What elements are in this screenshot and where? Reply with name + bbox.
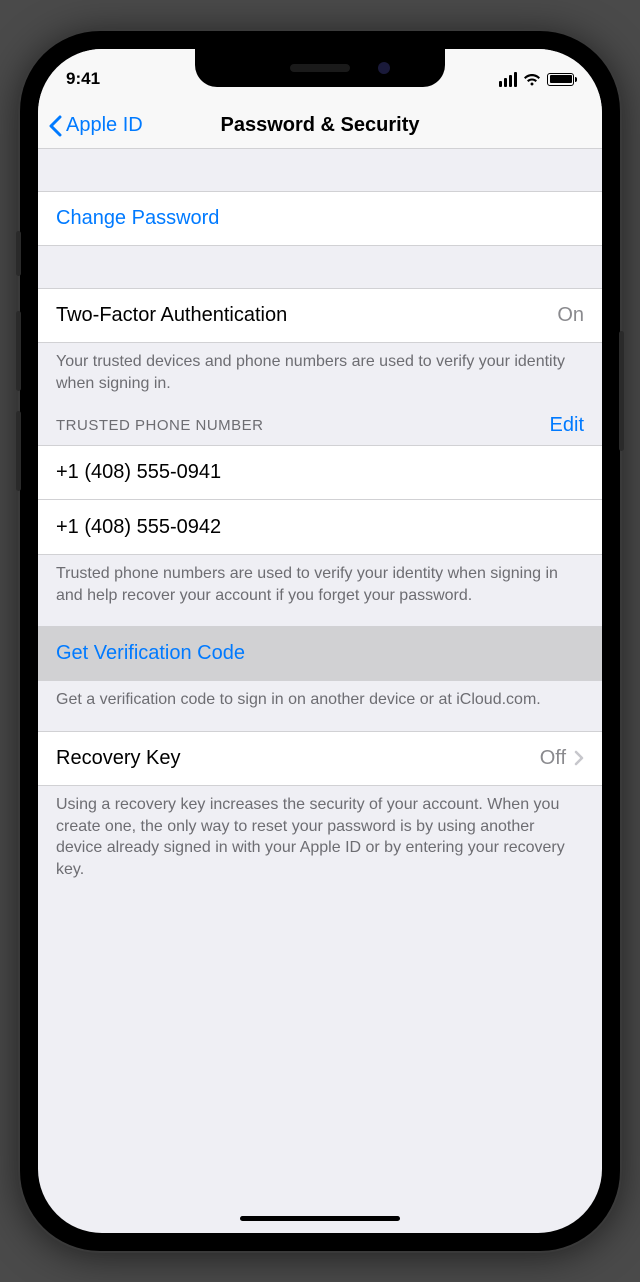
recovery-key-footer: Using a recovery key increases the secur… <box>38 786 602 900</box>
get-verification-code-cell[interactable]: Get Verification Code <box>38 626 602 681</box>
content: Change Password Two-Factor Authenticatio… <box>38 149 602 900</box>
recovery-key-value: Off <box>540 747 566 770</box>
cellular-signal-icon <box>499 72 517 87</box>
two-factor-footer: Your trusted devices and phone numbers a… <box>38 343 602 406</box>
front-camera <box>378 62 390 74</box>
volume-down-button <box>16 411 21 491</box>
wifi-icon <box>523 72 541 86</box>
chevron-left-icon <box>48 115 62 137</box>
power-button <box>619 331 624 451</box>
two-factor-label: Two-Factor Authentication <box>56 304 287 327</box>
back-label: Apple ID <box>66 114 143 137</box>
change-password-cell[interactable]: Change Password <box>38 191 602 246</box>
two-factor-value: On <box>557 304 584 327</box>
speaker-grille <box>290 64 350 72</box>
recovery-key-cell[interactable]: Recovery Key Off <box>38 731 602 786</box>
screen: 9:41 Apple ID Password & Security Change… <box>38 49 602 1233</box>
status-right <box>499 72 574 87</box>
trusted-phone-number: +1 (408) 555-0942 <box>56 516 221 539</box>
trusted-phone-row[interactable]: +1 (408) 555-0941 <box>38 445 602 500</box>
edit-button[interactable]: Edit <box>550 414 584 437</box>
chevron-right-icon <box>574 750 584 766</box>
trusted-phone-row[interactable]: +1 (408) 555-0942 <box>38 500 602 555</box>
trusted-phone-header-label: TRUSTED PHONE NUMBER <box>56 417 264 434</box>
recovery-key-label: Recovery Key <box>56 747 181 770</box>
silent-switch <box>16 231 21 276</box>
change-password-label: Change Password <box>56 207 219 230</box>
status-time: 9:41 <box>66 69 100 89</box>
battery-icon <box>547 73 574 86</box>
trusted-phone-number: +1 (408) 555-0941 <box>56 461 221 484</box>
two-factor-cell[interactable]: Two-Factor Authentication On <box>38 288 602 343</box>
get-verification-code-label: Get Verification Code <box>56 642 245 665</box>
trusted-phone-header: TRUSTED PHONE NUMBER Edit <box>38 406 602 445</box>
verification-code-footer: Get a verification code to sign in on an… <box>38 681 602 731</box>
notch <box>195 49 445 87</box>
volume-up-button <box>16 311 21 391</box>
home-indicator[interactable] <box>240 1216 400 1221</box>
trusted-phone-footer: Trusted phone numbers are used to verify… <box>38 555 602 626</box>
back-button[interactable]: Apple ID <box>38 114 143 137</box>
device-frame: 9:41 Apple ID Password & Security Change… <box>20 31 620 1251</box>
